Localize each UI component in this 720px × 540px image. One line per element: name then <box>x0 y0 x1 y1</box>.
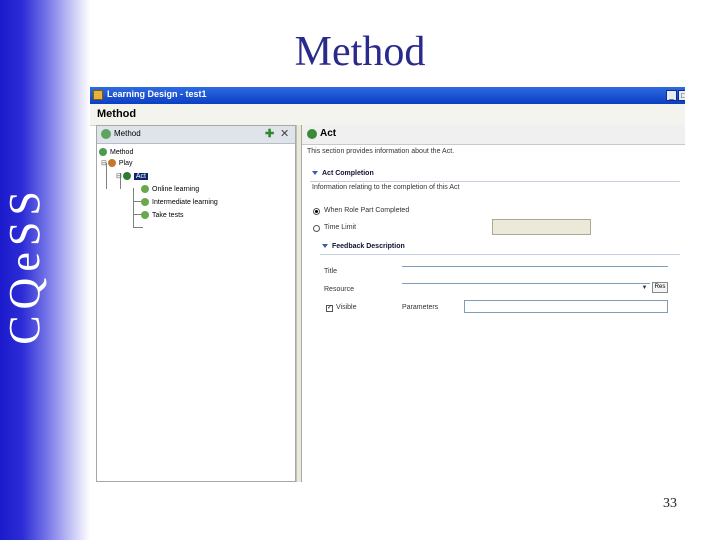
act-description: This section provides information about … <box>307 148 455 155</box>
window-title: Learning Design - test1 <box>107 89 207 99</box>
minimize-icon[interactable]: _ <box>666 90 677 101</box>
feedback-description-section[interactable]: Feedback Description <box>322 243 405 250</box>
radio-label-time-limit: Time Limit <box>324 224 357 231</box>
section-divider <box>310 181 680 182</box>
tree-node-role-part[interactable]: Take tests <box>141 211 184 221</box>
collapse-icon <box>312 171 318 176</box>
parameters-label: Parameters <box>402 304 439 311</box>
radio-role-part-completed[interactable] <box>313 208 320 215</box>
sidebar-band: CQeSS <box>0 0 90 540</box>
title-label: Title <box>324 268 337 275</box>
method-icon <box>99 148 107 157</box>
collapse-icon <box>322 244 328 249</box>
act-panel-title: Act <box>320 128 337 139</box>
slide-title: Method <box>294 29 426 75</box>
act-icon <box>122 172 131 181</box>
tree-node-act[interactable]: ⊟ Act <box>116 172 148 182</box>
tree-node-method[interactable]: Method <box>99 148 133 158</box>
tree-node-role-part[interactable]: Intermediate learning <box>141 198 218 208</box>
resource-label: Resource <box>324 286 354 293</box>
cqess-logo: CQeSS <box>0 185 49 345</box>
tree-node-role-part[interactable]: Online learning <box>141 185 199 195</box>
role-part-icon <box>141 185 149 194</box>
page-number: 33 <box>663 496 677 511</box>
tree-panel-title: Method <box>114 129 141 138</box>
radio-label-role-part-completed: When Role Part Completed <box>324 207 410 214</box>
completion-info: Information relating to the completion o… <box>312 184 460 191</box>
act-panel: Act This section provides information ab… <box>301 125 685 482</box>
tree-node-play[interactable]: ⊟ Play <box>101 159 133 169</box>
editor-header: Method <box>90 104 685 126</box>
resource-button[interactable]: Res <box>652 282 668 293</box>
close-icon[interactable]: ✕ <box>280 127 289 140</box>
screenshot-window: Learning Design - test1 _ □ Method Metho… <box>90 87 685 482</box>
tree-panel: Method ✚ ✕ Method ⊟ Play ⊟ Act Online lear… <box>96 125 296 482</box>
app-icon <box>93 90 103 100</box>
act-panel-header: Act <box>302 125 685 145</box>
role-part-icon <box>141 198 149 207</box>
add-icon[interactable]: ✚ <box>265 127 274 140</box>
window-titlebar: Learning Design - test1 _ □ <box>90 87 685 104</box>
radio-time-limit[interactable] <box>313 225 320 232</box>
title-input[interactable] <box>402 266 668 267</box>
role-part-icon <box>141 211 149 220</box>
time-limit-field[interactable] <box>492 219 591 235</box>
act-icon <box>307 129 317 139</box>
play-icon <box>107 159 116 168</box>
method-icon <box>101 129 111 139</box>
chevron-down-icon[interactable]: ▼ <box>640 284 649 293</box>
tree-panel-header: Method ✚ ✕ <box>97 126 295 144</box>
editor-title: Method <box>97 108 137 120</box>
act-completion-section[interactable]: Act Completion <box>312 170 374 177</box>
resource-select[interactable] <box>402 283 650 284</box>
restore-icon[interactable]: □ <box>678 90 685 101</box>
parameters-input[interactable] <box>464 300 668 313</box>
section-divider <box>320 254 680 255</box>
visible-checkbox[interactable]: ✓ <box>326 305 333 312</box>
visible-label: Visible <box>336 304 357 311</box>
